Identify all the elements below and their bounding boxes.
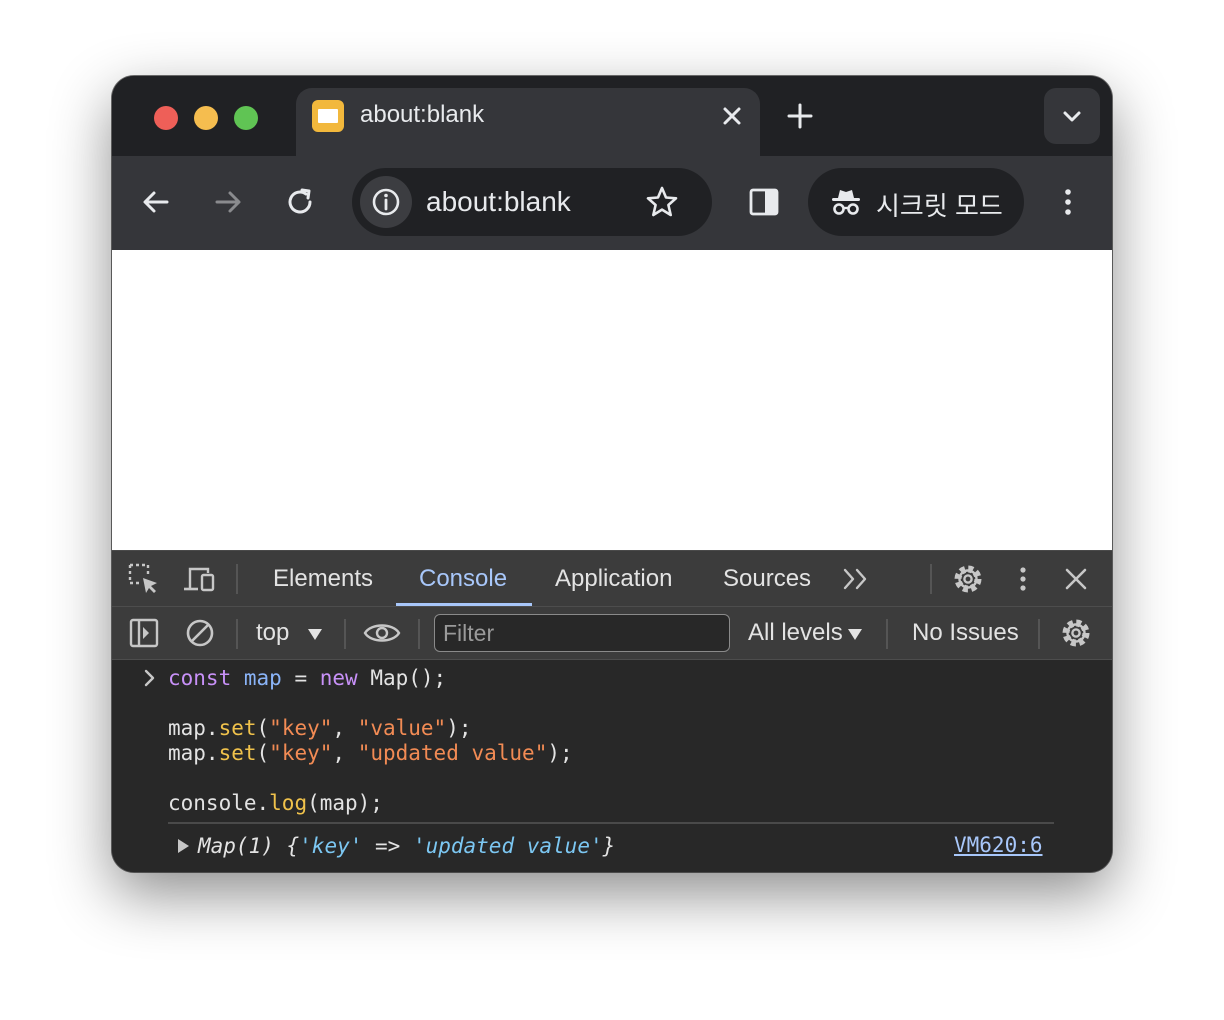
incognito-label: 시크릿 모드	[876, 191, 1003, 221]
new-tab-icon[interactable]	[784, 100, 816, 132]
code-line[interactable]: map.set("key", "updated value");	[168, 741, 573, 766]
code-text: map.	[168, 741, 219, 765]
sidebar-toggle-icon[interactable]	[126, 615, 162, 651]
code-text: );	[446, 716, 472, 740]
browser-window: about:blank about:blank 시크릿 모드 Elements …	[112, 76, 1112, 872]
code-text: (	[256, 741, 270, 765]
incognito-button[interactable]: 시크릿 모드	[808, 168, 1024, 236]
context-dropdown-caret-icon	[308, 629, 322, 640]
side-panel-icon[interactable]	[744, 182, 784, 222]
code-line[interactable]: console.log(map);	[168, 791, 383, 816]
maximize-window-button[interactable]	[234, 106, 258, 130]
context-selector[interactable]: top	[256, 619, 289, 647]
toolbar-separator	[236, 564, 238, 594]
code-line[interactable]: map.set("key", "value");	[168, 716, 472, 741]
more-tabs-icon[interactable]	[838, 561, 874, 597]
console-settings-gear-icon[interactable]	[1058, 615, 1094, 651]
string-literal: "updated value"	[357, 741, 548, 765]
chevron-down-icon	[1063, 111, 1081, 122]
toolbar-separator	[418, 619, 420, 649]
log-result[interactable]: Map(1) {'key' => 'updated value'}	[198, 834, 615, 858]
code-text: Map();	[357, 666, 447, 690]
address-bar[interactable]: about:blank	[352, 168, 712, 236]
devtools-tab-bar: Elements Console Application Sources	[112, 550, 1112, 606]
toolbar-separator	[930, 564, 932, 594]
result-value: 'updated value'	[412, 834, 603, 858]
bookmark-star-icon[interactable]	[644, 184, 680, 220]
settings-gear-icon[interactable]	[950, 561, 986, 597]
string-literal: "key"	[269, 716, 333, 740]
device-toolbar-icon[interactable]	[182, 561, 218, 597]
tab-application[interactable]: Application	[555, 551, 672, 606]
url-text[interactable]: about:blank	[426, 186, 571, 218]
toolbar-separator	[344, 619, 346, 649]
tab-about-blank[interactable]: about:blank	[296, 88, 760, 156]
string-literal: "key"	[269, 741, 333, 765]
back-arrow-icon[interactable]	[136, 182, 176, 222]
issues-button[interactable]: No Issues	[912, 619, 1019, 647]
variable-name: map	[243, 666, 282, 690]
tab-console[interactable]: Console	[419, 551, 507, 606]
inspect-element-icon[interactable]	[126, 561, 162, 597]
log-levels-dropdown[interactable]: All levels	[748, 619, 843, 647]
method-name: set	[218, 716, 257, 740]
clear-console-icon[interactable]	[182, 615, 218, 651]
tab-title: about:blank	[360, 101, 485, 128]
close-devtools-icon[interactable]	[1058, 561, 1094, 597]
tab-search-button[interactable]	[1044, 88, 1100, 144]
input-prompt-chevron-icon	[144, 669, 155, 687]
result-suffix: }	[602, 834, 616, 858]
expand-triangle-icon[interactable]	[178, 839, 189, 853]
site-info-button[interactable]	[360, 176, 412, 228]
tab-strip: about:blank	[112, 76, 1112, 156]
incognito-icon	[832, 190, 860, 215]
info-icon	[372, 188, 400, 216]
keyword: const	[168, 666, 232, 690]
code-text: console.	[168, 791, 270, 815]
close-window-button[interactable]	[154, 106, 178, 130]
filter-input[interactable]	[434, 614, 730, 652]
string-literal: "value"	[357, 716, 447, 740]
operator: =	[281, 666, 320, 690]
method-name: set	[218, 741, 257, 765]
devtools-panel: Elements Console Application Sources top…	[112, 550, 1112, 872]
more-menu-icon[interactable]	[1048, 182, 1088, 222]
page-favicon-icon	[312, 100, 344, 132]
browser-toolbar: about:blank 시크릿 모드	[112, 156, 1112, 250]
toolbar-separator	[886, 619, 888, 649]
toolbar-separator	[236, 619, 238, 649]
forward-arrow-icon[interactable]	[208, 182, 248, 222]
levels-dropdown-caret-icon	[848, 629, 862, 640]
code-text: (	[256, 716, 270, 740]
code-text: map.	[168, 716, 219, 740]
tab-close-icon[interactable]	[716, 100, 748, 132]
code-text: );	[547, 741, 573, 765]
live-expression-eye-icon[interactable]	[362, 615, 402, 651]
toolbar-separator	[1038, 619, 1040, 649]
page-content	[112, 250, 1112, 550]
tab-elements[interactable]: Elements	[273, 551, 373, 606]
console-output: const map = new Map(); map.set("key", "v…	[112, 660, 1112, 872]
code-text: (map);	[307, 791, 383, 815]
console-divider	[168, 822, 1054, 824]
result-prefix: Map(1) {	[198, 834, 300, 858]
code-line[interactable]: const map = new Map();	[168, 666, 446, 691]
minimize-window-button[interactable]	[194, 106, 218, 130]
method-name: log	[269, 791, 308, 815]
reload-icon[interactable]	[280, 182, 320, 222]
source-location-link[interactable]: VM620:6	[954, 833, 1043, 857]
tab-sources[interactable]: Sources	[723, 551, 811, 606]
customize-menu-icon[interactable]	[1005, 561, 1041, 597]
result-arrow: =>	[362, 834, 413, 858]
console-toolbar: top All levels No Issues	[112, 606, 1112, 660]
result-key: 'key'	[299, 834, 363, 858]
code-text: ,	[332, 741, 358, 765]
keyword: new	[319, 666, 358, 690]
code-text: ,	[332, 716, 358, 740]
